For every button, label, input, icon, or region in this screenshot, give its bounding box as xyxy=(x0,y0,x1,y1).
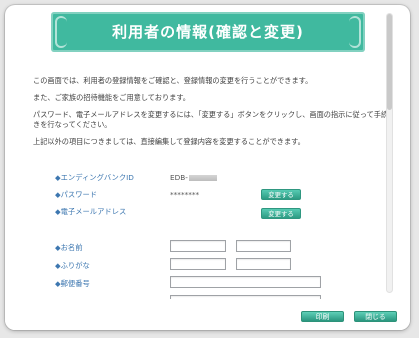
ending-bank-id-prefix: EDB- xyxy=(170,173,188,182)
intro-paragraph-3: パスワード、電子メールアドレスを変更するには、「変更する」ボタンをクリックし、画… xyxy=(33,110,389,129)
scrollbar-thumb[interactable] xyxy=(387,14,392,110)
email-label: ◆電子メールアドレス xyxy=(55,207,127,216)
masked-id xyxy=(188,175,217,181)
footer-bar: 印刷 閉じる xyxy=(5,299,410,330)
change-email-button[interactable]: 変更する xyxy=(261,208,301,219)
intro-text: この画面では、利用者の登録情報をご確認と、登録情報の変更を行うことができます。 … xyxy=(33,76,393,154)
first-name-input[interactable] xyxy=(236,240,291,252)
first-name-kana-input[interactable] xyxy=(236,258,291,270)
last-name-kana-input[interactable] xyxy=(170,258,226,270)
content-area[interactable]: 利用者の情報(確認と変更) この画面では、利用者の登録情報をご確認と、登録情報の… xyxy=(5,5,397,299)
password-label: ◆パスワード xyxy=(55,190,98,199)
intro-paragraph-4: 上記以外の項目につきましては、直接編集して登録内容を変更することができます。 xyxy=(33,137,305,146)
intro-paragraph-1: この画面では、利用者の登録情報をご確認と、登録情報の変更を行うことができます。 xyxy=(33,76,313,85)
furigana-label: ◆ふりがな xyxy=(55,261,90,270)
postal-code-input[interactable] xyxy=(170,276,321,288)
password-value: ******** xyxy=(170,190,200,199)
change-password-button[interactable]: 変更する xyxy=(261,189,301,200)
intro-paragraph-2: また、ご家族の招待機能をご用意しております。 xyxy=(33,93,190,102)
postal-code-label: ◆郵便番号 xyxy=(55,279,90,288)
dialog-window: 利用者の情報(確認と変更) この画面では、利用者の登録情報をご確認と、登録情報の… xyxy=(5,5,410,330)
close-button[interactable]: 閉じる xyxy=(354,311,397,322)
print-button[interactable]: 印刷 xyxy=(301,311,344,322)
ending-bank-id-value: EDB- xyxy=(170,173,217,182)
header-banner: 利用者の情報(確認と変更) xyxy=(51,12,365,52)
name-label: ◆お名前 xyxy=(55,243,83,252)
last-name-input[interactable] xyxy=(170,240,226,252)
page-title: 利用者の情報(確認と変更) xyxy=(112,23,304,41)
vertical-scrollbar[interactable] xyxy=(386,13,393,293)
ending-bank-id-label: ◆エンディングバンクID xyxy=(55,173,134,182)
